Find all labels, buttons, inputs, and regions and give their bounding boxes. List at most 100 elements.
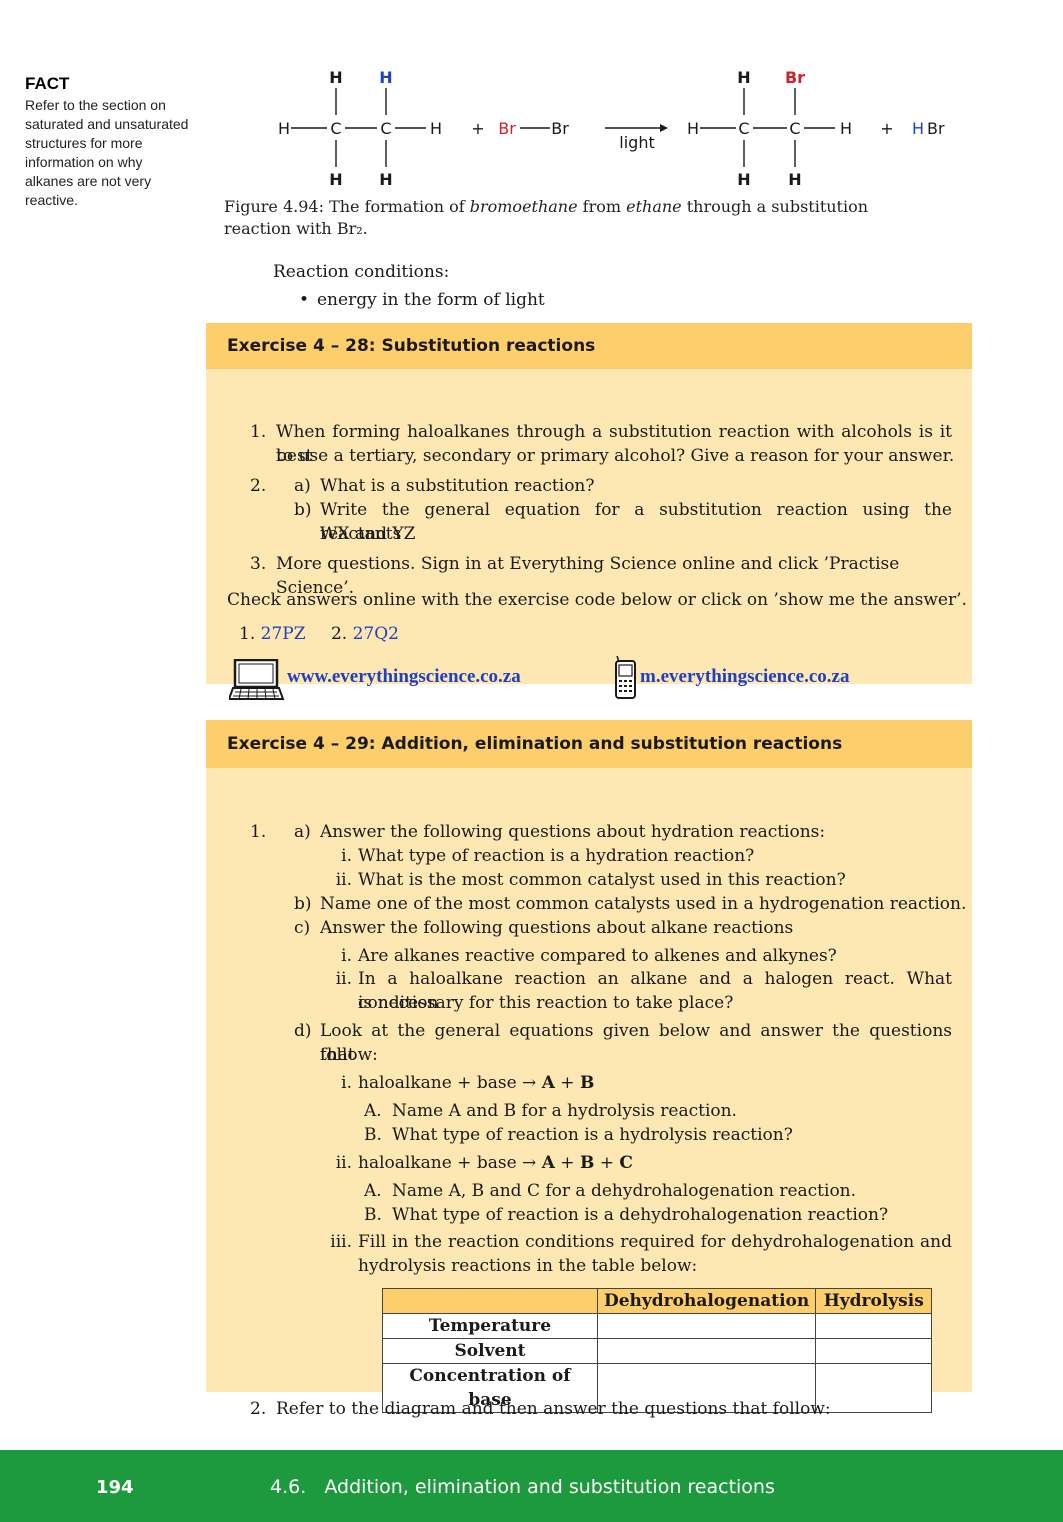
figure-caption: Figure 4.94: The formation of bromoethan… xyxy=(224,196,924,240)
table-cell[interactable] xyxy=(815,1338,933,1364)
table-header-cell: Dehydrohalogenation xyxy=(596,1288,817,1314)
atom-br: Br xyxy=(551,119,569,138)
item-label: i. xyxy=(341,946,352,966)
answer-code-link[interactable]: 27Q2 xyxy=(353,624,399,644)
reaction-equation: H H H C C H H H + Br Br light H Br H C C… xyxy=(278,68,945,189)
fact-text: Refer to the section on saturated and un… xyxy=(25,97,189,208)
item-label: B. xyxy=(364,1125,382,1145)
question-text: to use a tertiary, secondary or primary … xyxy=(276,446,955,466)
answer-codes: 1. 27PZ 2. 27Q2 xyxy=(239,624,399,644)
arrow-head xyxy=(660,124,668,132)
computer-icon xyxy=(229,659,285,700)
mobile-link[interactable]: m.everythingscience.co.za xyxy=(640,665,849,689)
table-cell[interactable] xyxy=(596,1313,817,1339)
subquestion-label: d) xyxy=(294,1021,312,1041)
table-header-cell xyxy=(382,1288,598,1314)
item-label: A. xyxy=(364,1101,382,1121)
caption-product: bromoethane xyxy=(469,197,578,216)
subquestion-label: b) xyxy=(294,500,312,520)
item-text: What type of reaction is a hydrolysis re… xyxy=(392,1125,793,1145)
question-number: 2. xyxy=(250,1399,267,1419)
item-text: Fill in the reaction conditions required… xyxy=(358,1232,952,1252)
section-title: 4.6. Addition, elimination and substitut… xyxy=(270,1476,775,1498)
table-row-header: Temperature xyxy=(382,1313,598,1339)
question-number: 2. xyxy=(250,476,267,496)
plus-sign: + xyxy=(471,119,484,138)
question-number: 1. xyxy=(250,422,267,442)
general-equation: haloalkane + base → A + B xyxy=(358,1073,595,1093)
question-number: 1. xyxy=(250,822,267,842)
item-label: B. xyxy=(364,1205,382,1225)
table-header-cell: Hydrolysis xyxy=(815,1288,933,1314)
table-cell[interactable] xyxy=(815,1363,933,1413)
question-text: Refer to the diagram and then answer the… xyxy=(276,1399,831,1419)
caption-mid: from xyxy=(577,197,627,216)
caption-reactant: ethane xyxy=(626,197,682,216)
page-number: 194 xyxy=(96,1477,134,1498)
mobile-phone-icon xyxy=(615,656,636,699)
item-label: i. xyxy=(341,846,352,866)
atom-h: H xyxy=(687,119,699,138)
page-footer: 194 4.6. Addition, elimination and subst… xyxy=(0,1450,1063,1522)
atom-h: H xyxy=(840,119,852,138)
conditions-label: Reaction conditions: xyxy=(273,262,450,282)
atom-h: H xyxy=(278,119,290,138)
item-label: A. xyxy=(364,1181,382,1201)
atom-h: H xyxy=(430,119,442,138)
subquestion-text: What is a substitution reaction? xyxy=(320,476,595,496)
atom-h-blue: H xyxy=(912,119,924,138)
atom-h-highlight: H xyxy=(379,68,392,87)
atom-c: C xyxy=(738,119,749,138)
atom-h: H xyxy=(788,170,801,189)
atom-h: H xyxy=(379,170,392,189)
item-text: What is the most common catalyst used in… xyxy=(358,870,846,890)
conditions-item: energy in the form of light xyxy=(273,286,545,314)
fact-sidebar: FACT Refer to the section on saturated a… xyxy=(25,74,190,210)
exercise-title: Exercise 4 – 29: Addition, elimination a… xyxy=(206,720,972,768)
exercise-title: Exercise 4 – 28: Substitution reactions xyxy=(206,323,972,369)
exercise-29: Exercise 4 – 29: Addition, elimination a… xyxy=(206,720,972,1419)
item-label: ii. xyxy=(335,969,352,989)
reaction-conditions: Reaction conditions: energy in the form … xyxy=(273,258,545,314)
subquestion-text: Answer the following questions about hyd… xyxy=(320,822,826,842)
subquestion-text: follow: xyxy=(320,1045,378,1065)
item-label: ii. xyxy=(335,1153,352,1173)
item-text: Name A, B and C for a dehydrohalogenatio… xyxy=(392,1181,857,1201)
table-row: Solvent xyxy=(382,1338,933,1364)
reaction-conditions-table: Dehydrohalogenation Hydrolysis Temperatu… xyxy=(382,1288,933,1413)
table-row-header: Solvent xyxy=(382,1338,598,1364)
item-label: iii. xyxy=(330,1232,352,1252)
subquestion-text: Answer the following questions about alk… xyxy=(320,918,794,938)
subquestion-text: Look at the general equations given belo… xyxy=(320,1021,952,1065)
light-label: light xyxy=(619,133,654,152)
item-text: Name A and B for a hydrolysis reaction. xyxy=(392,1101,737,1121)
atom-h: H xyxy=(737,68,750,87)
plus-sign: + xyxy=(880,119,893,138)
table-row: Temperature xyxy=(382,1313,933,1339)
atom-br-red: Br xyxy=(498,119,516,138)
table-cell[interactable] xyxy=(596,1338,817,1364)
item-text: is necessary for this reaction to take p… xyxy=(358,993,734,1013)
subquestion-text: WX and YZ xyxy=(320,524,416,544)
fact-title: FACT xyxy=(25,74,70,93)
atom-h: H xyxy=(737,170,750,189)
item-text: What type of reaction is a hydration rea… xyxy=(358,846,755,866)
table-cell[interactable] xyxy=(815,1313,933,1339)
item-label: ii. xyxy=(335,870,352,890)
answer-code-link[interactable]: 27PZ xyxy=(261,624,306,644)
check-answers-text: Check answers online with the exercise c… xyxy=(227,590,967,610)
general-equation: haloalkane + base → A + B + C xyxy=(358,1153,633,1173)
website-link[interactable]: www.everythingscience.co.za xyxy=(287,665,521,689)
atom-c: C xyxy=(789,119,800,138)
subquestion-label: a) xyxy=(294,822,311,842)
subquestion-label: c) xyxy=(294,918,311,938)
subquestion-label: a) xyxy=(294,476,311,496)
item-text: hydrolysis reactions in the table below: xyxy=(358,1256,698,1276)
exercise-28: Exercise 4 – 28: Substitution reactions … xyxy=(206,323,972,700)
item-label: i. xyxy=(341,1073,352,1093)
atom-c: C xyxy=(330,119,341,138)
subquestion-text: Name one of the most common catalysts us… xyxy=(320,894,967,914)
item-text: Are alkanes reactive compared to alkenes… xyxy=(358,946,837,966)
table-header-row: Dehydrohalogenation Hydrolysis xyxy=(382,1288,933,1314)
atom-c: C xyxy=(380,119,391,138)
